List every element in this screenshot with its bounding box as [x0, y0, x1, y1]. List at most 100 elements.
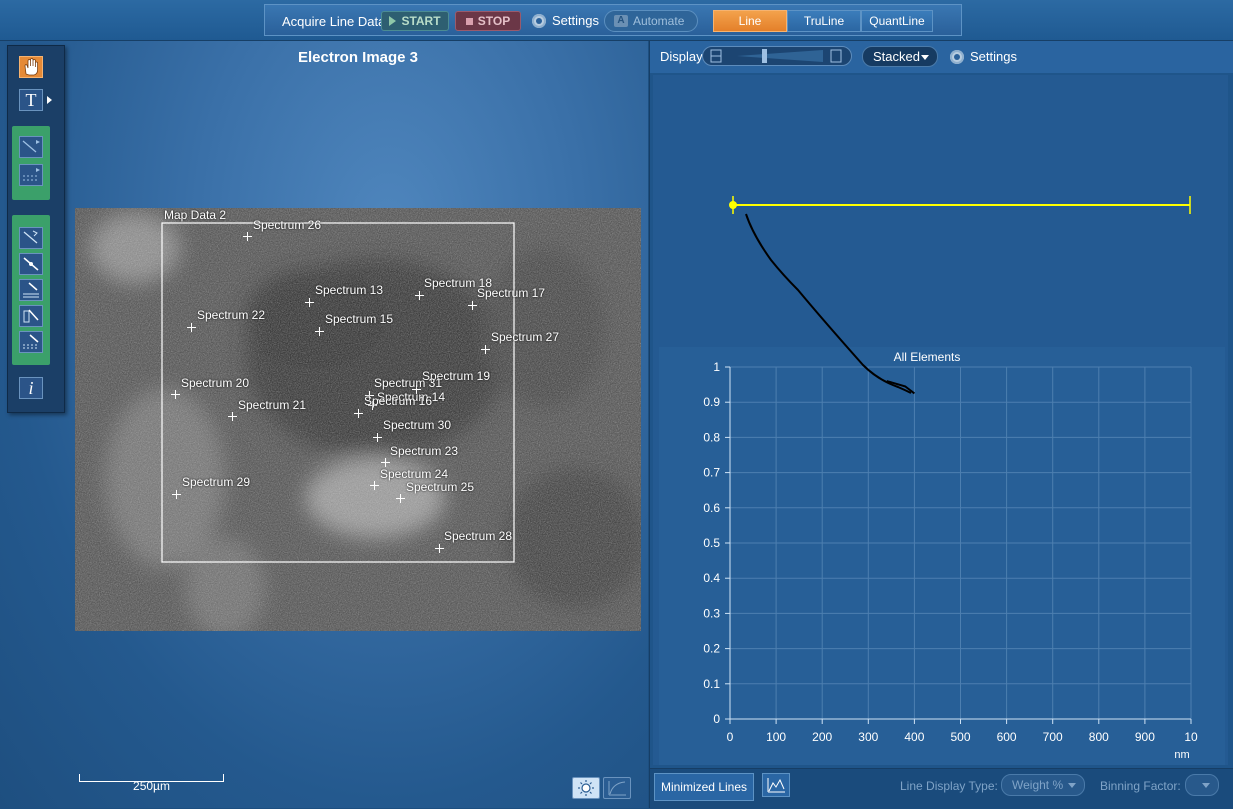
text-tool-button[interactable]: T	[19, 89, 43, 111]
y-tick-label: 0.7	[703, 466, 720, 480]
settings-label: Settings	[552, 13, 599, 28]
pan-tool-button[interactable]	[19, 56, 43, 78]
spectrum-marker[interactable]	[415, 291, 424, 300]
spectrum-marker[interactable]	[435, 544, 444, 553]
stop-button[interactable]: STOP	[455, 11, 521, 31]
stacked-label: Stacked	[873, 49, 920, 64]
spectrum-marker[interactable]	[305, 298, 314, 307]
y-tick-label: 0.8	[703, 430, 720, 444]
spectrum-label: Spectrum 26	[253, 218, 322, 232]
spectrum-label: Spectrum 16	[364, 394, 433, 408]
x-tick-label: 200	[812, 730, 832, 744]
spectrum-marker[interactable]	[187, 323, 196, 332]
plot-view-button[interactable]	[762, 773, 790, 797]
map-data-label: Map Data 2	[164, 208, 227, 222]
binning-factor-select[interactable]	[1185, 774, 1219, 796]
stop-icon	[465, 17, 473, 25]
y-tick-label: 0	[713, 712, 720, 726]
minimized-lines-tab[interactable]: Minimized Lines	[654, 773, 754, 801]
line-list-tool-button[interactable]	[19, 164, 43, 186]
display-toolbar: Display Stacked Settings	[650, 41, 1233, 73]
spectrum-marker[interactable]	[315, 327, 324, 336]
automate-label: Automate	[633, 14, 685, 28]
line-edit-icon	[23, 257, 39, 271]
profile-curve	[745, 213, 912, 394]
spectrum-label: Spectrum 20	[181, 376, 250, 390]
x-tick-label: 600	[997, 730, 1017, 744]
line-plot-area: 0 100 200 300 400 500 600 700 800 900 10 0 0.1 0.2 0.3…	[653, 75, 1228, 765]
y-tick-label: 0.1	[703, 677, 720, 691]
spectrum-marker[interactable]	[172, 490, 181, 499]
sun-icon	[578, 780, 594, 796]
spectrum-marker[interactable]	[171, 390, 180, 399]
mode-truline-button[interactable]: TruLine	[787, 10, 861, 32]
spectrum-marker[interactable]	[481, 345, 490, 354]
spectrum-label: Spectrum 31	[374, 376, 443, 390]
text-tool-expand-icon[interactable]	[47, 96, 52, 104]
scale-bar-label: 250µm	[133, 779, 170, 793]
x-tick-label: 0	[727, 730, 734, 744]
binning-factor-label: Binning Factor:	[1100, 779, 1181, 793]
curve-button[interactable]	[603, 777, 631, 799]
line-width-tool-button[interactable]	[19, 279, 43, 301]
info-button[interactable]: i	[19, 377, 43, 399]
mode-selector: Line TruLine QuantLine	[713, 10, 933, 32]
line-tool-button[interactable]	[19, 136, 43, 158]
tool-palette: T i	[7, 45, 65, 413]
line-draw-icon	[22, 140, 40, 153]
line-table-icon	[23, 334, 39, 349]
spectrum-marker[interactable]	[396, 494, 405, 503]
spectrum-label: Spectrum 25	[406, 480, 475, 494]
spectrum-label: Spectrum 24	[380, 467, 449, 481]
spectrum-marker[interactable]	[243, 232, 252, 241]
bottom-bar: Minimized Lines Line Display Type: Weigh…	[650, 768, 1233, 809]
display-label: Display	[660, 49, 703, 64]
curve-icon	[608, 781, 626, 796]
spectrum-label: Spectrum 23	[390, 444, 459, 458]
mode-quantline-button[interactable]: QuantLine	[861, 10, 933, 32]
brightness-button[interactable]	[572, 777, 600, 799]
y-tick-label: 0.6	[703, 501, 720, 515]
display-slider-thumb[interactable]	[762, 49, 767, 63]
spectrum-label: Spectrum 13	[315, 283, 384, 297]
x-tick-label: 100	[766, 730, 786, 744]
x-tick-label: 800	[1089, 730, 1109, 744]
spectrum-label: Spectrum 22	[197, 308, 266, 322]
gear-icon	[532, 13, 546, 28]
spectrum-marker[interactable]	[354, 409, 363, 418]
x-tick-label: 300	[858, 730, 878, 744]
display-settings-button[interactable]: Settings	[950, 49, 1017, 64]
line-stack-icon	[23, 309, 39, 323]
gear-icon	[950, 49, 964, 64]
chevron-down-icon	[1202, 783, 1210, 788]
y-tick-label: 0.2	[703, 642, 720, 656]
line-select-tool-button[interactable]	[19, 227, 43, 249]
start-label: START	[401, 14, 441, 28]
automate-button[interactable]: A Automate	[604, 10, 698, 32]
mode-line-button[interactable]: Line	[713, 10, 787, 32]
chevron-down-icon	[921, 55, 929, 60]
x-tick-label: 400	[904, 730, 924, 744]
display-slider-track	[710, 49, 842, 63]
line-edit-tool-button[interactable]	[19, 253, 43, 275]
line-display-type-select[interactable]: Weight %	[1001, 774, 1085, 796]
line-table-tool-button[interactable]	[19, 331, 43, 353]
spectrum-marker[interactable]	[468, 301, 477, 310]
line-list-icon	[23, 168, 40, 181]
spectrum-marker[interactable]	[373, 433, 382, 442]
display-slider[interactable]	[702, 46, 852, 66]
chevron-down-icon	[1068, 783, 1076, 788]
image-title: Electron Image 3	[297, 49, 419, 66]
start-button[interactable]: START	[381, 11, 449, 31]
stacked-dropdown[interactable]: Stacked	[862, 46, 938, 67]
spectrum-marker[interactable]	[370, 481, 379, 490]
electron-image[interactable]: Map Data 2 Spectrum 26 Spectrum 13 Spect…	[75, 208, 641, 631]
spectrum-label: Spectrum 30	[383, 418, 452, 432]
top-toolbar: Acquire Line Data START STOP Settings A …	[0, 0, 1233, 41]
x-tick-label: 700	[1043, 730, 1063, 744]
line-stack-tool-button[interactable]	[19, 305, 43, 327]
stop-label: STOP	[477, 14, 511, 28]
acquire-settings-button[interactable]: Settings	[532, 13, 599, 28]
spectrum-marker[interactable]	[228, 412, 237, 421]
spectrum-marker[interactable]	[381, 458, 390, 467]
